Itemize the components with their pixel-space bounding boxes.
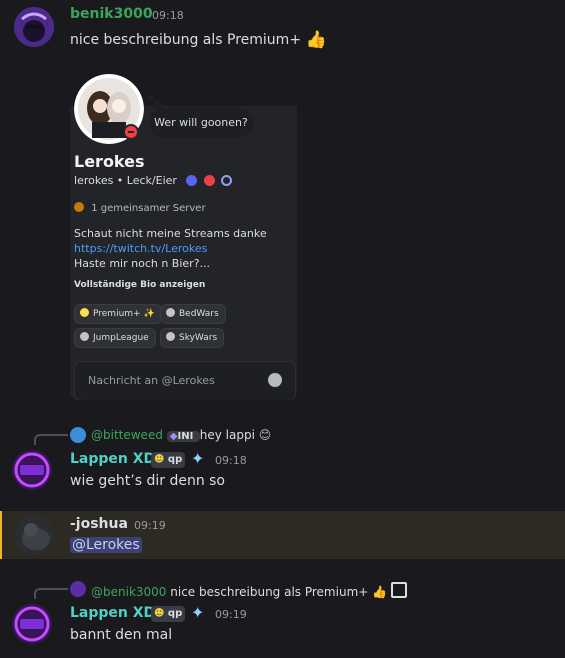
thumbs-up-icon: 👍 bbox=[305, 30, 327, 50]
emoji-picker-icon[interactable] bbox=[268, 373, 282, 387]
server-icon bbox=[74, 202, 84, 212]
role-color-dot bbox=[166, 308, 175, 317]
user-mention[interactable]: @Lerokes bbox=[70, 537, 142, 553]
role-label: Premium+ ✨ bbox=[93, 309, 155, 319]
sparkle-icon: ✦ bbox=[191, 603, 205, 622]
role-color-dot bbox=[166, 332, 175, 341]
boost-badge-icon bbox=[221, 175, 233, 186]
role-chip[interactable]: JumpLeague bbox=[74, 328, 156, 348]
username[interactable]: benik3000 bbox=[70, 6, 153, 22]
profile-bio: Schaut nicht meine Streams danke https:/… bbox=[74, 226, 267, 271]
reply-username[interactable]: @benik3000 bbox=[91, 585, 166, 599]
profile-subline: lerokes • Leck/Eier bbox=[74, 174, 233, 187]
message-text: bannt den mal bbox=[70, 627, 173, 643]
role-label: BedWars bbox=[179, 309, 219, 319]
bubble-dot bbox=[147, 94, 154, 101]
avatar[interactable] bbox=[14, 515, 54, 555]
timestamp: 09:18 bbox=[215, 454, 247, 467]
role-chip[interactable]: SkyWars bbox=[160, 328, 225, 348]
username[interactable]: Lappen XD bbox=[70, 451, 155, 467]
thumbs-up-icon: 👍 bbox=[372, 585, 388, 599]
mutual-servers[interactable]: 1 gemeinsamer Server bbox=[74, 202, 206, 214]
username[interactable]: -joshua bbox=[70, 516, 128, 532]
message-body: nice beschreibung als Premium+ bbox=[70, 32, 302, 48]
reply-username[interactable]: @bitteweed bbox=[91, 428, 163, 442]
avatar[interactable] bbox=[12, 604, 52, 644]
profile-username: lerokes • Leck/Eier bbox=[74, 174, 177, 187]
reply-avatar[interactable] bbox=[70, 581, 86, 597]
reply-connector bbox=[34, 588, 68, 599]
role-chip[interactable]: Premium+ ✨ bbox=[74, 304, 162, 324]
profile-display-name: Lerokes bbox=[74, 152, 145, 171]
role-chip[interactable]: BedWars bbox=[160, 304, 226, 324]
nitro-badge-icon bbox=[186, 175, 198, 186]
avatar[interactable] bbox=[14, 7, 54, 47]
badge-label: qp bbox=[167, 608, 183, 619]
status-bubble: Wer will goonen? bbox=[149, 108, 253, 138]
reply-preview[interactable]: @bitteweed ◆INI hey lappi 😊 bbox=[91, 428, 271, 442]
role-color-dot bbox=[80, 332, 89, 341]
mention-highlight-bar bbox=[0, 511, 2, 559]
timestamp: 09:19 bbox=[134, 519, 166, 532]
heart-badge-icon bbox=[203, 175, 215, 186]
reply-tag: INI bbox=[177, 431, 194, 442]
message-text: nice beschreibung als Premium+ 👍 bbox=[70, 30, 327, 50]
bio-line: Haste mir noch n Bier?... bbox=[74, 257, 211, 270]
timestamp: 09:19 bbox=[215, 608, 247, 621]
mutual-servers-label: 1 gemeinsamer Server bbox=[91, 203, 206, 214]
reply-tag-badge: ◆INI bbox=[166, 431, 200, 442]
bio-line: Schaut nicht meine Streams danke bbox=[74, 227, 267, 240]
message-text: wie geht’s dir denn so bbox=[70, 473, 225, 489]
message-input-placeholder: Nachricht an @Lerokes bbox=[88, 374, 215, 387]
timestamp: 09:18 bbox=[152, 9, 184, 22]
user-tag-badge: ☻ qp bbox=[151, 452, 186, 468]
show-full-bio-link[interactable]: Vollständige Bio anzeigen bbox=[74, 280, 205, 290]
profile-message-input[interactable]: Nachricht an @Lerokes bbox=[74, 361, 296, 400]
sparkle-icon: ✦ bbox=[191, 449, 205, 468]
profile-card: Wer will goonen? Lerokes lerokes • Leck/… bbox=[70, 60, 297, 400]
role-color-dot bbox=[80, 308, 89, 317]
bio-link[interactable]: https://twitch.tv/Lerokes bbox=[74, 241, 267, 256]
image-attachment-icon bbox=[390, 582, 407, 598]
user-tag-badge: ☻ qp bbox=[151, 606, 186, 622]
username[interactable]: Lappen XD bbox=[70, 605, 155, 621]
reply-content: nice beschreibung als Premium+ bbox=[170, 585, 369, 599]
frog-icon: ☻ bbox=[154, 608, 165, 619]
smile-emoji-icon: 😊 bbox=[258, 428, 272, 442]
frog-icon: ☻ bbox=[154, 454, 165, 465]
reply-avatar[interactable] bbox=[70, 427, 86, 443]
reply-preview[interactable]: @benik3000 nice beschreibung als Premium… bbox=[91, 582, 407, 599]
avatar[interactable] bbox=[12, 450, 52, 490]
reply-connector bbox=[34, 434, 68, 445]
do-not-disturb-icon bbox=[123, 124, 139, 140]
reply-content: hey lappi bbox=[199, 428, 255, 442]
role-label: SkyWars bbox=[179, 333, 218, 343]
badge-label: qp bbox=[167, 454, 183, 465]
role-label: JumpLeague bbox=[93, 333, 149, 343]
